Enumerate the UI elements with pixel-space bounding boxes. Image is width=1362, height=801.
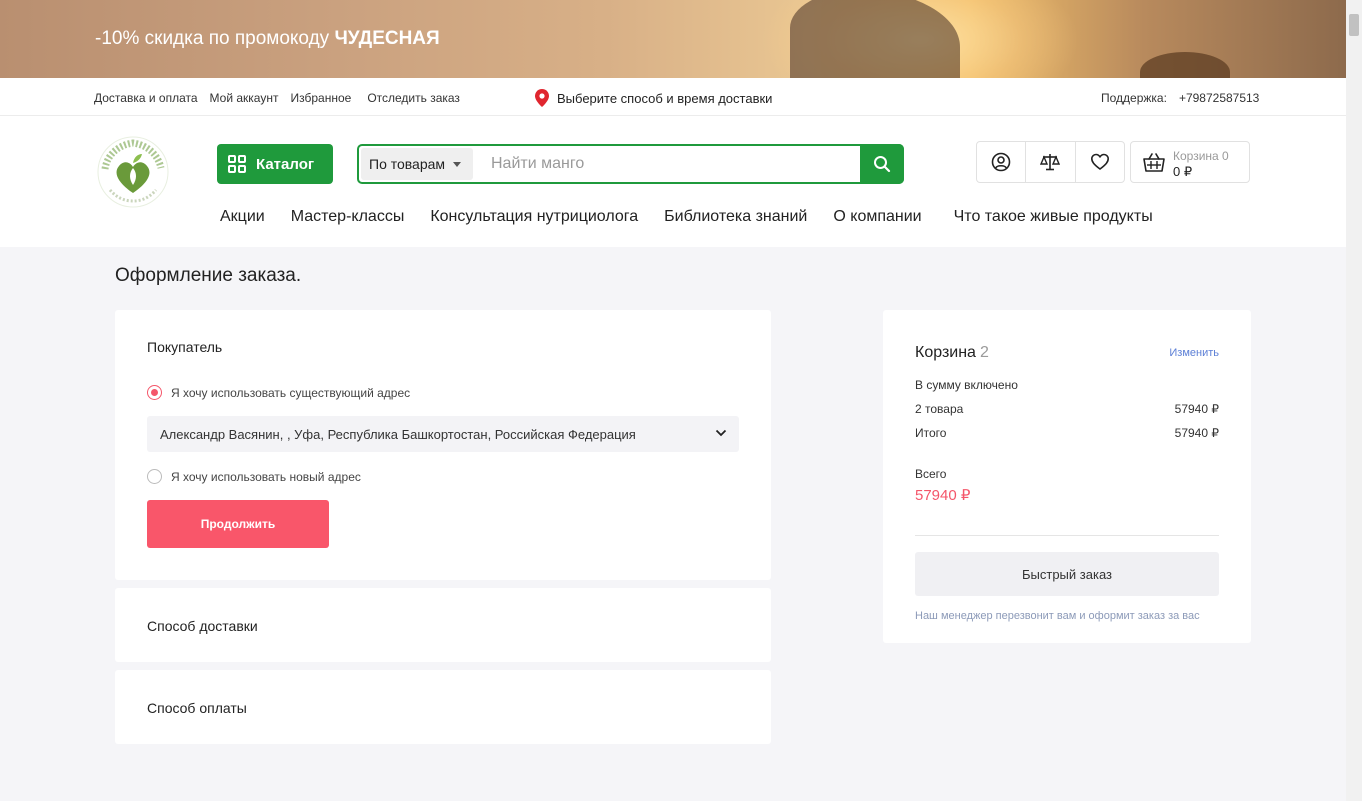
search-scope-select[interactable]: По товарам [361,148,473,180]
link-delivery-payment[interactable]: Доставка и оплата [94,91,198,105]
user-icon [991,152,1011,172]
main-nav: Акции Мастер-классы Консультация нутрици… [220,208,1179,226]
page-title: Оформление заказа. [115,265,302,286]
delivery-selector[interactable]: Выберите способ и время доставки [535,89,772,107]
promo-text: -10% скидка по промокоду ЧУДЕСНАЯ [95,28,440,50]
favorites-button[interactable] [1076,142,1124,182]
included-label: В сумму включено [915,378,1018,392]
compare-button[interactable] [1026,142,1076,182]
delivery-text: Выберите способ и время доставки [557,90,773,106]
location-pin-icon [535,89,549,107]
delivery-method-section[interactable]: Способ доставки [115,588,771,662]
support-label: Поддержка: [1101,91,1167,105]
nav-item-master-classes[interactable]: Мастер-классы [291,208,405,226]
summary-title-text: Корзина [915,344,976,361]
support-block: Поддержка: +79872587513 [1101,91,1259,105]
chevron-down-icon [715,429,727,437]
new-address-option[interactable]: Я хочу использовать новый адрес [147,469,361,484]
existing-address-radio[interactable] [147,385,162,400]
total-label: Всего [915,467,947,481]
top-bar: Доставка и оплата Мой аккаунт Избранное … [0,78,1346,116]
quick-order-button[interactable]: Быстрый заказ [915,552,1219,596]
buyer-section: Покупатель Я хочу использовать существую… [115,310,771,580]
payment-method-section[interactable]: Способ оплаты [115,670,771,744]
compare-scales-icon [1040,154,1061,171]
subtotal-label: Итого [915,426,947,440]
banner-person-image [790,0,960,78]
nav-item-knowledge-library[interactable]: Библиотека знаний [664,208,807,226]
header-cart-total: 0 ₽ [1173,164,1193,179]
summary-title: Корзина 2 [915,344,989,362]
grid-icon [228,155,246,173]
existing-address-option[interactable]: Я хочу использовать существующий адрес [147,385,410,400]
existing-address-label: Я хочу использовать существующий адрес [171,385,411,400]
new-address-radio[interactable] [147,469,162,484]
site-header: Доставка и оплата Мой аккаунт Избранное … [0,78,1346,247]
header-cart-label: Корзина 0 [1173,149,1229,163]
items-row: 2 товара 57940 ₽ [915,402,1219,416]
payment-method-title: Способ оплаты [147,700,247,716]
items-label: 2 товара [915,402,964,416]
account-button[interactable] [977,142,1027,182]
nav-item-live-products[interactable]: Что такое живые продукты [954,208,1153,226]
catalog-label: Каталог [256,155,315,173]
link-my-account[interactable]: Мой аккаунт [210,91,279,105]
promo-banner[interactable]: -10% скидка по промокоду ЧУДЕСНАЯ [0,0,1346,78]
search-input[interactable] [491,153,851,175]
nav-item-promotions[interactable]: Акции [220,208,265,226]
items-value: 57940 ₽ [1174,402,1219,416]
banner-tree-image [1140,52,1230,78]
summary-divider [915,535,1219,536]
continue-button[interactable]: Продолжить [147,500,329,548]
page-scrollbar[interactable] [1346,0,1362,801]
basket-icon [1143,153,1165,172]
nav-item-about[interactable]: О компании [833,208,921,226]
summary-count: 2 [979,344,989,361]
quick-order-note: Наш менеджер перезвонит вам и оформит за… [915,610,1200,622]
top-links: Доставка и оплата Мой аккаунт Избранное … [94,91,460,105]
search-button[interactable] [860,144,904,184]
address-select[interactable]: Александр Васянин, , Уфа, Республика Баш… [147,416,739,452]
subtotal-row: Итого 57940 ₽ [915,426,1219,440]
address-select-value: Александр Васянин, , Уфа, Республика Баш… [160,426,636,442]
search-bar: По товарам [357,144,904,184]
change-cart-link[interactable]: Изменить [1169,347,1219,359]
order-summary: Корзина 2 Изменить В сумму включено 2 тов… [883,310,1251,643]
brand-logo[interactable] [96,135,170,209]
nav-item-nutrition-consult[interactable]: Консультация нутрициолога [430,208,638,226]
search-icon [874,156,891,173]
total-value: 57940 ₽ [915,487,971,504]
caret-down-icon [453,162,461,167]
buyer-title: Покупатель [147,339,223,355]
promo-prefix: -10% скидка по промокоду [95,28,330,49]
header-cart[interactable]: Корзина 0 0 ₽ [1130,141,1250,183]
scrollbar-thumb[interactable] [1349,14,1359,36]
support-phone[interactable]: +79872587513 [1179,91,1259,105]
heart-icon [1090,153,1109,171]
link-track-order[interactable]: Отследить заказ [367,91,460,105]
catalog-button[interactable]: Каталог [217,144,333,184]
promo-code: ЧУДЕСНАЯ [334,28,440,49]
delivery-method-title: Способ доставки [147,618,258,634]
search-scope-value: По товарам [369,156,446,172]
included-row: В сумму включено [915,378,1219,392]
new-address-label: Я хочу использовать новый адрес [171,469,361,484]
subtotal-value: 57940 ₽ [1174,426,1219,440]
header-actions [976,141,1125,183]
link-favorites[interactable]: Избранное [290,91,351,105]
